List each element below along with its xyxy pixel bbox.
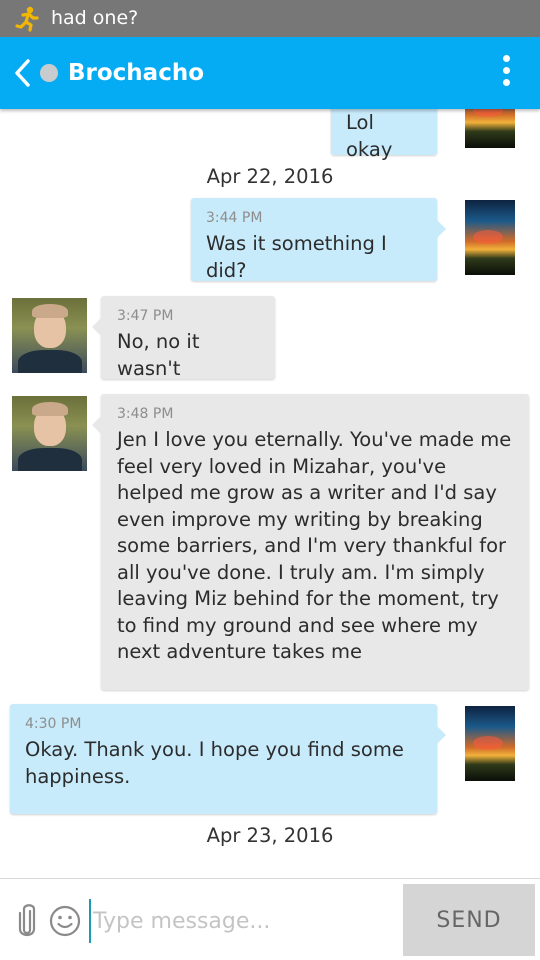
chat-header: Brochacho [0,37,540,109]
message-text: Okay. Thank you. I hope you find some ha… [25,738,404,788]
avatar[interactable] [465,200,515,275]
bubble-tail [92,416,101,434]
status-text: had one? [51,7,139,29]
message-time: 3:44 PM [206,210,263,226]
avatar[interactable] [465,109,515,148]
message-text: No, no it wasn't [117,330,200,380]
message-text: Was it something I did? [206,232,387,282]
menu-dot [502,67,510,74]
contact-name[interactable]: Brochacho [68,59,204,87]
vertical-dots-icon[interactable] [494,55,518,91]
avatar-hair [32,304,68,318]
bubble-tail [437,220,446,238]
send-button[interactable]: SEND [403,884,535,956]
message-time: 3:48 PM [117,406,174,422]
chevron-left-icon[interactable] [10,57,36,89]
message-bubble-outgoing[interactable]: 4:30 PM Okay. Thank you. I hope you find… [10,704,446,814]
message-list[interactable]: Lol okay Apr 22, 2016 3:44 PM Was it som… [0,109,540,878]
status-bar: had one? [0,0,540,37]
avatar[interactable] [12,298,87,373]
presence-dot-icon [40,64,58,82]
avatar[interactable] [12,396,87,471]
message-text: Lol okay [346,111,393,161]
message-time: 4:30 PM [25,716,82,732]
message-input[interactable] [89,899,394,943]
date-separator: Apr 23, 2016 [206,824,334,847]
avatar-hair [32,402,68,416]
bubble-tail [92,318,101,336]
message-bubble-incoming[interactable]: 3:48 PM Jen I love you eternally. You've… [92,394,529,690]
message-bubble-outgoing[interactable]: 3:44 PM Was it something I did? [191,198,446,282]
message-bubble-incoming[interactable]: 3:47 PM No, no it wasn't [92,296,275,380]
smiley-icon[interactable] [49,905,81,937]
bubble-tail [437,726,446,744]
message-text: Jen I love you eternally. You've made me… [117,428,512,663]
menu-dot [502,79,510,86]
date-separator: Apr 22, 2016 [206,165,334,188]
paperclip-icon[interactable] [14,903,40,939]
avatar-shirt [18,350,82,373]
menu-dot [502,55,510,62]
message-bubble-outgoing[interactable]: Lol okay [331,109,437,161]
avatar[interactable] [465,706,515,781]
message-time: 3:47 PM [117,308,174,324]
avatar-shirt [18,448,82,471]
message-composer: SEND [0,878,540,960]
running-person-icon [15,6,39,32]
